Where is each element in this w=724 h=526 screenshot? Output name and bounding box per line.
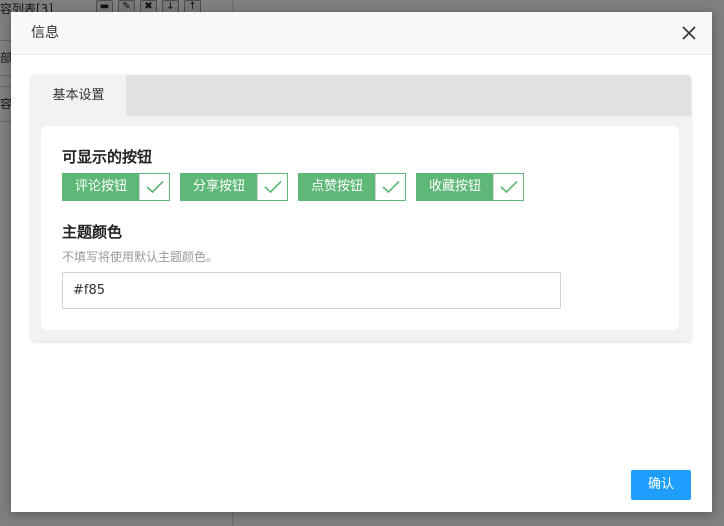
checkbox-favorite-button[interactable]: 收藏按钮 bbox=[416, 173, 524, 201]
dialog-title: 信息 bbox=[31, 25, 59, 41]
section-title-theme-color: 主题颜色 bbox=[62, 223, 123, 241]
check-icon bbox=[257, 174, 287, 200]
section-title-buttons: 可显示的按钮 bbox=[62, 148, 153, 166]
checkbox-label: 点赞按钮 bbox=[299, 174, 375, 200]
checkbox-share-button[interactable]: 分享按钮 bbox=[180, 173, 288, 201]
dialog-header: 信息 bbox=[11, 12, 712, 55]
tab-bar: 基本设置 bbox=[31, 75, 691, 116]
check-icon bbox=[375, 174, 405, 200]
checkbox-like-button[interactable]: 点赞按钮 bbox=[298, 173, 406, 201]
info-dialog: 信息 基本设置 可显示的按钮 评论按钮 分享按钮 点赞按钮 收藏按钮 主题颜色 … bbox=[11, 12, 712, 512]
checkbox-comment-button[interactable]: 评论按钮 bbox=[62, 173, 170, 201]
checkbox-label: 评论按钮 bbox=[63, 174, 139, 200]
tab-basic-settings[interactable]: 基本设置 bbox=[31, 75, 126, 116]
settings-panel: 基本设置 可显示的按钮 评论按钮 分享按钮 点赞按钮 收藏按钮 主题颜色 不填写… bbox=[31, 75, 691, 341]
theme-color-hint: 不填写将使用默认主题颜色。 bbox=[62, 250, 219, 264]
button-checkboxes: 评论按钮 分享按钮 点赞按钮 收藏按钮 bbox=[62, 173, 524, 201]
settings-card: 可显示的按钮 评论按钮 分享按钮 点赞按钮 收藏按钮 主题颜色 不填写将使用默认… bbox=[41, 126, 679, 330]
checkbox-label: 分享按钮 bbox=[181, 174, 257, 200]
checkbox-label: 收藏按钮 bbox=[417, 174, 493, 200]
check-icon bbox=[493, 174, 523, 200]
theme-color-input[interactable] bbox=[62, 272, 561, 309]
close-icon[interactable] bbox=[680, 24, 698, 42]
check-icon bbox=[139, 174, 169, 200]
confirm-button[interactable]: 确认 bbox=[631, 470, 691, 500]
